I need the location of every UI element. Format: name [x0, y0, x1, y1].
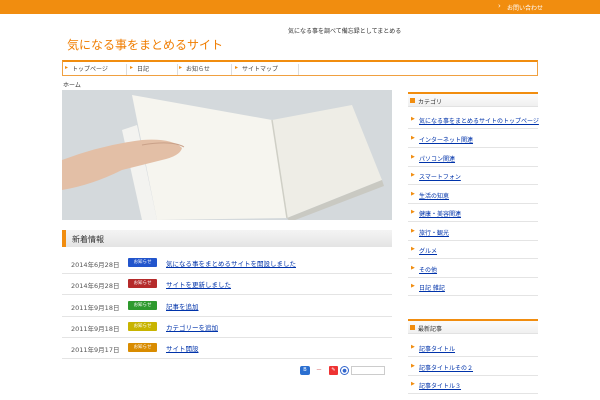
news-link[interactable]: サイト開設 — [166, 343, 199, 353]
sidebar-link[interactable]: 生活の知恵 — [419, 191, 449, 200]
sidebar-item[interactable]: ▶ 健康・美容関連 — [408, 203, 538, 222]
category-badge[interactable]: お知らせ — [128, 258, 157, 267]
triangle-right-icon: ▶ — [411, 344, 415, 350]
sidebar-link[interactable]: 記事タイトル３ — [419, 381, 461, 390]
bookmark-count-icon[interactable]: — — [311, 366, 327, 375]
open-book-photo — [62, 90, 392, 220]
sidebar-link[interactable]: インターネット関連 — [419, 135, 473, 144]
sidebar-item[interactable]: ▶ スマートフォン — [408, 166, 538, 185]
sidebar-box-title: カテゴリ — [418, 99, 443, 106]
sidebar-item[interactable]: ▶ インターネット関連 — [408, 129, 538, 148]
hero-image — [62, 90, 392, 220]
news-date: 2011年9月17日 — [71, 346, 120, 354]
news-row: 2014年6月28日 お知らせ 気になる事をまとめるサイトを開設しました — [62, 253, 392, 274]
news-link[interactable]: サイトを更新しました — [166, 279, 231, 289]
triangle-right-icon: ▶ — [411, 135, 415, 141]
sidebar-box-title: 最新記事 — [418, 326, 443, 333]
chevron-right-icon: › — [498, 2, 501, 10]
category-badge[interactable]: お知らせ — [128, 279, 157, 288]
share-buttons: B — ✎ ● — [300, 366, 385, 375]
nav-item-sitemap[interactable]: サイトマップ — [235, 64, 299, 75]
sidebar-item[interactable]: ▶ 旅行・観光 — [408, 222, 538, 241]
news-row: 2011年9月18日 お知らせ カテゴリーを追加 — [62, 317, 392, 338]
triangle-right-icon: ▶ — [411, 283, 415, 289]
news-heading: 新着情報 — [62, 230, 392, 247]
news-link[interactable]: 記事を追加 — [166, 301, 199, 311]
triangle-right-icon: ▶ — [411, 381, 415, 387]
sidebar-link[interactable]: 記事タイトルその２ — [419, 363, 473, 372]
square-bullet-icon — [410, 98, 415, 103]
breadcrumb[interactable]: ホーム — [63, 80, 81, 89]
sidebar-link[interactable]: 気になる事をまとめるサイトのトップページ — [419, 116, 539, 125]
news-row: 2014年6月28日 お知らせ サイトを更新しました — [62, 274, 392, 295]
news-row: 2011年9月18日 お知らせ 記事を追加 — [62, 296, 392, 317]
sidebar-link[interactable]: パソコン関連 — [419, 154, 455, 163]
share-count-box[interactable] — [351, 366, 385, 375]
sidebar-item[interactable]: ▶ 記事タイトル３ — [408, 375, 538, 394]
top-bar: › お問い合わせ — [0, 0, 600, 14]
news-date: 2011年9月18日 — [71, 325, 120, 333]
news-date: 2014年6月28日 — [71, 261, 120, 269]
news-date: 2011年9月18日 — [71, 304, 120, 312]
category-badge[interactable]: お知らせ — [128, 343, 157, 352]
triangle-right-icon: ▶ — [411, 363, 415, 369]
contact-link[interactable]: お問い合わせ — [507, 3, 543, 12]
category-badge[interactable]: お知らせ — [128, 301, 157, 310]
sidebar-link[interactable]: グルメ — [419, 246, 437, 255]
sidebar-item[interactable]: ▶ 生活の知恵 — [408, 185, 538, 204]
category-badge[interactable]: お知らせ — [128, 322, 157, 331]
livedoor-clip-icon[interactable]: ✎ — [329, 366, 338, 375]
sidebar-item[interactable]: ▶ パソコン関連 — [408, 148, 538, 167]
sidebar-item[interactable]: ▶ グルメ — [408, 240, 538, 259]
square-bullet-icon — [410, 325, 415, 330]
nav-item-top[interactable]: トップページ — [65, 64, 127, 75]
triangle-right-icon: ▶ — [411, 265, 415, 271]
sidebar-item[interactable]: ▶ 日記 雑記 — [408, 277, 538, 296]
triangle-right-icon: ▶ — [411, 154, 415, 160]
triangle-right-icon: ▶ — [411, 116, 415, 122]
global-nav: トップページ 日記 お知らせ サイトマップ — [62, 60, 538, 76]
triangle-right-icon: ▶ — [411, 246, 415, 252]
sidebar-item[interactable]: ▶ 記事タイトルその２ — [408, 357, 538, 376]
news-link[interactable]: カテゴリーを追加 — [166, 322, 218, 332]
sidebar-box-header: 最新記事 — [408, 319, 538, 334]
bookmark-icon[interactable]: ● — [340, 366, 349, 375]
triangle-right-icon: ▶ — [411, 209, 415, 215]
news-heading-text: 新着情報 — [72, 235, 104, 244]
sidebar-box-header: カテゴリ — [408, 92, 538, 107]
nav-item-news[interactable]: お知らせ — [179, 64, 232, 75]
sidebar-item[interactable]: ▶ 気になる事をまとめるサイトのトップページ — [408, 110, 539, 129]
sidebar-link[interactable]: スマートフォン — [419, 172, 461, 181]
sidebar-link[interactable]: その他 — [419, 265, 437, 274]
triangle-right-icon: ▶ — [411, 191, 415, 197]
triangle-right-icon: ▶ — [411, 172, 415, 178]
news-link[interactable]: 気になる事をまとめるサイトを開設しました — [166, 258, 296, 268]
sidebar-link[interactable]: 旅行・観光 — [419, 228, 449, 237]
hatena-bookmark-icon[interactable]: B — [300, 366, 310, 375]
sidebar-link[interactable]: 健康・美容関連 — [419, 209, 461, 218]
sidebar-item[interactable]: ▶ その他 — [408, 259, 538, 278]
news-date: 2014年6月28日 — [71, 282, 120, 290]
news-row: 2011年9月17日 お知らせ サイト開設 — [62, 338, 392, 359]
sidebar-item[interactable]: ▶ 記事タイトル — [408, 338, 538, 357]
sidebar-link[interactable]: 記事タイトル — [419, 344, 455, 353]
triangle-right-icon: ▶ — [411, 228, 415, 234]
site-tagline: 気になる事を調べて備忘録としてまとめる — [288, 28, 402, 35]
site-title[interactable]: 気になる事をまとめるサイト — [67, 36, 223, 53]
nav-item-diary[interactable]: 日記 — [130, 64, 178, 75]
sidebar-link[interactable]: 日記 雑記 — [419, 283, 445, 292]
